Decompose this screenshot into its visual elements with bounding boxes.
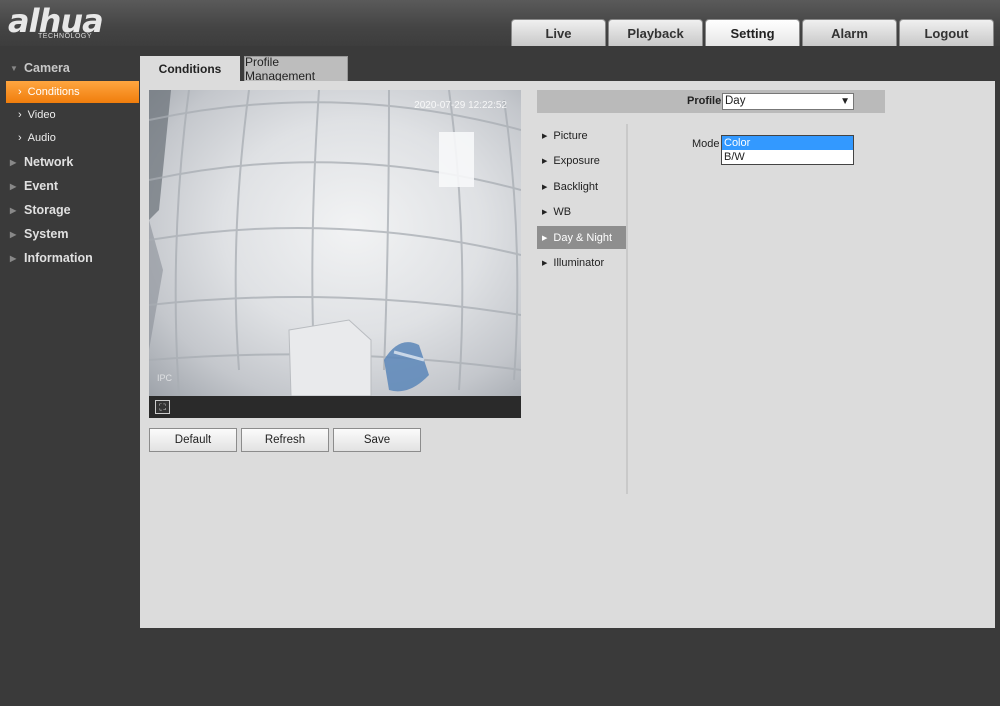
- sidebar-group-storage[interactable]: ▶ Storage: [0, 198, 140, 222]
- logout-button[interactable]: Logout: [899, 19, 994, 46]
- triangle-right-icon: ▶: [10, 157, 17, 167]
- submenu-item-label: WB: [553, 206, 572, 218]
- default-button[interactable]: Default: [149, 428, 237, 452]
- triangle-right-icon: ▶: [542, 234, 548, 242]
- sidebar-group-network[interactable]: ▶ Network: [0, 150, 140, 174]
- tab-live[interactable]: Live: [511, 19, 606, 46]
- profile-bar: Profile Day ▼: [537, 90, 885, 113]
- submenu-item-picture[interactable]: ▶ Picture: [537, 124, 626, 147]
- tab-conditions[interactable]: Conditions: [140, 56, 240, 81]
- sidebar-group-label: System: [24, 227, 69, 241]
- video-frame: 2020-07-29 12:22:52 IPC: [149, 90, 521, 396]
- submenu-item-label: Exposure: [553, 155, 600, 167]
- tab-profile-management[interactable]: Profile Management: [244, 55, 348, 83]
- mode-listbox[interactable]: Color B/W: [721, 135, 854, 165]
- triangle-right-icon: ▶: [542, 209, 548, 216]
- sidebar-item-conditions[interactable]: › Conditions: [6, 81, 139, 103]
- chevron-right-icon: ›: [18, 109, 22, 121]
- submenu-item-wb[interactable]: ▶ WB: [537, 201, 626, 224]
- video-timestamp: 2020-07-29 12:22:52: [414, 100, 507, 111]
- submenu-item-exposure[interactable]: ▶ Exposure: [537, 150, 626, 173]
- condition-submenu: ▶ Picture ▶ Exposure ▶ Backlight ▶ WB ▶ …: [537, 124, 628, 494]
- submenu-item-label: Day & Night: [553, 231, 613, 244]
- sidebar-item-video[interactable]: › Video: [6, 104, 139, 126]
- video-preview: 2020-07-29 12:22:52 IPC ⛶: [149, 90, 521, 418]
- save-button[interactable]: Save: [333, 428, 421, 452]
- sidebar-group-system[interactable]: ▶ System: [0, 222, 140, 246]
- settings-panel: 2020-07-29 12:22:52 IPC ⛶ Default Refres…: [140, 81, 995, 628]
- chevron-right-icon: ›: [18, 86, 22, 98]
- camera-label: IPC: [157, 373, 173, 383]
- logo: alhua TECHNOLOGY: [8, 2, 128, 44]
- submenu-item-illuminator[interactable]: ▶ Illuminator: [537, 252, 626, 275]
- profile-select-value: Day: [725, 95, 746, 107]
- mode-option-color[interactable]: Color: [722, 136, 853, 150]
- tab-alarm[interactable]: Alarm: [802, 19, 897, 46]
- sidebar-group-label: Network: [24, 155, 74, 169]
- tab-setting[interactable]: Setting: [705, 19, 800, 46]
- profile-label: Profile: [687, 95, 722, 107]
- mode-label: Mode: [692, 138, 720, 150]
- triangle-right-icon: ▶: [10, 205, 17, 215]
- chevron-right-icon: ›: [18, 132, 22, 144]
- sidebar-item-audio[interactable]: › Audio: [6, 127, 139, 149]
- submenu-item-label: Picture: [553, 129, 588, 142]
- tab-playback[interactable]: Playback: [608, 19, 703, 46]
- submenu-item-label: Backlight: [553, 180, 599, 193]
- triangle-right-icon: ▶: [10, 229, 17, 239]
- chevron-down-icon: ▼: [840, 96, 850, 107]
- video-toolbar: ⛶: [149, 396, 521, 418]
- brand-tagline: TECHNOLOGY: [38, 33, 93, 40]
- sidebar-item-label: Audio: [27, 132, 56, 144]
- sidebar-group-camera[interactable]: ▼ Camera: [0, 56, 140, 80]
- header: alhua TECHNOLOGY Live Playback Setting A…: [0, 0, 1000, 46]
- triangle-right-icon: ▶: [542, 183, 548, 191]
- sidebar-group-label: Event: [24, 179, 59, 193]
- refresh-button[interactable]: Refresh: [241, 428, 329, 452]
- triangle-right-icon: ▶: [542, 260, 548, 267]
- content-tabs: Conditions Profile Management: [140, 55, 348, 83]
- sidebar: ▼ Camera › Conditions › Video › Audio ▶ …: [0, 56, 140, 270]
- video-scene: [149, 90, 521, 396]
- triangle-right-icon: ▶: [542, 132, 548, 140]
- sidebar-group-event[interactable]: ▶ Event: [0, 174, 140, 198]
- triangle-right-icon: ▶: [10, 181, 17, 191]
- fullscreen-icon[interactable]: ⛶: [155, 400, 170, 414]
- content-area: Conditions Profile Management 2020-07-29…: [140, 55, 995, 628]
- sidebar-group-label: Information: [24, 251, 93, 265]
- submenu-item-day-night[interactable]: ▶ Day & Night: [537, 226, 626, 249]
- submenu-item-label: Illuminator: [553, 257, 605, 269]
- triangle-right-icon: ▶: [542, 158, 548, 165]
- submenu-item-backlight[interactable]: ▶ Backlight: [537, 175, 626, 198]
- triangle-right-icon: ▶: [10, 253, 17, 263]
- sidebar-item-label: Conditions: [27, 86, 80, 98]
- sidebar-item-label: Video: [27, 109, 56, 121]
- triangle-down-icon: ▼: [10, 63, 18, 73]
- profile-select[interactable]: Day ▼: [722, 93, 854, 110]
- sidebar-group-label: Storage: [24, 203, 71, 217]
- sidebar-group-information[interactable]: ▶ Information: [0, 246, 140, 270]
- top-navigation: Live Playback Setting Alarm Logout: [511, 19, 994, 46]
- sidebar-group-label: Camera: [24, 61, 70, 75]
- mode-option-bw[interactable]: B/W: [722, 150, 853, 164]
